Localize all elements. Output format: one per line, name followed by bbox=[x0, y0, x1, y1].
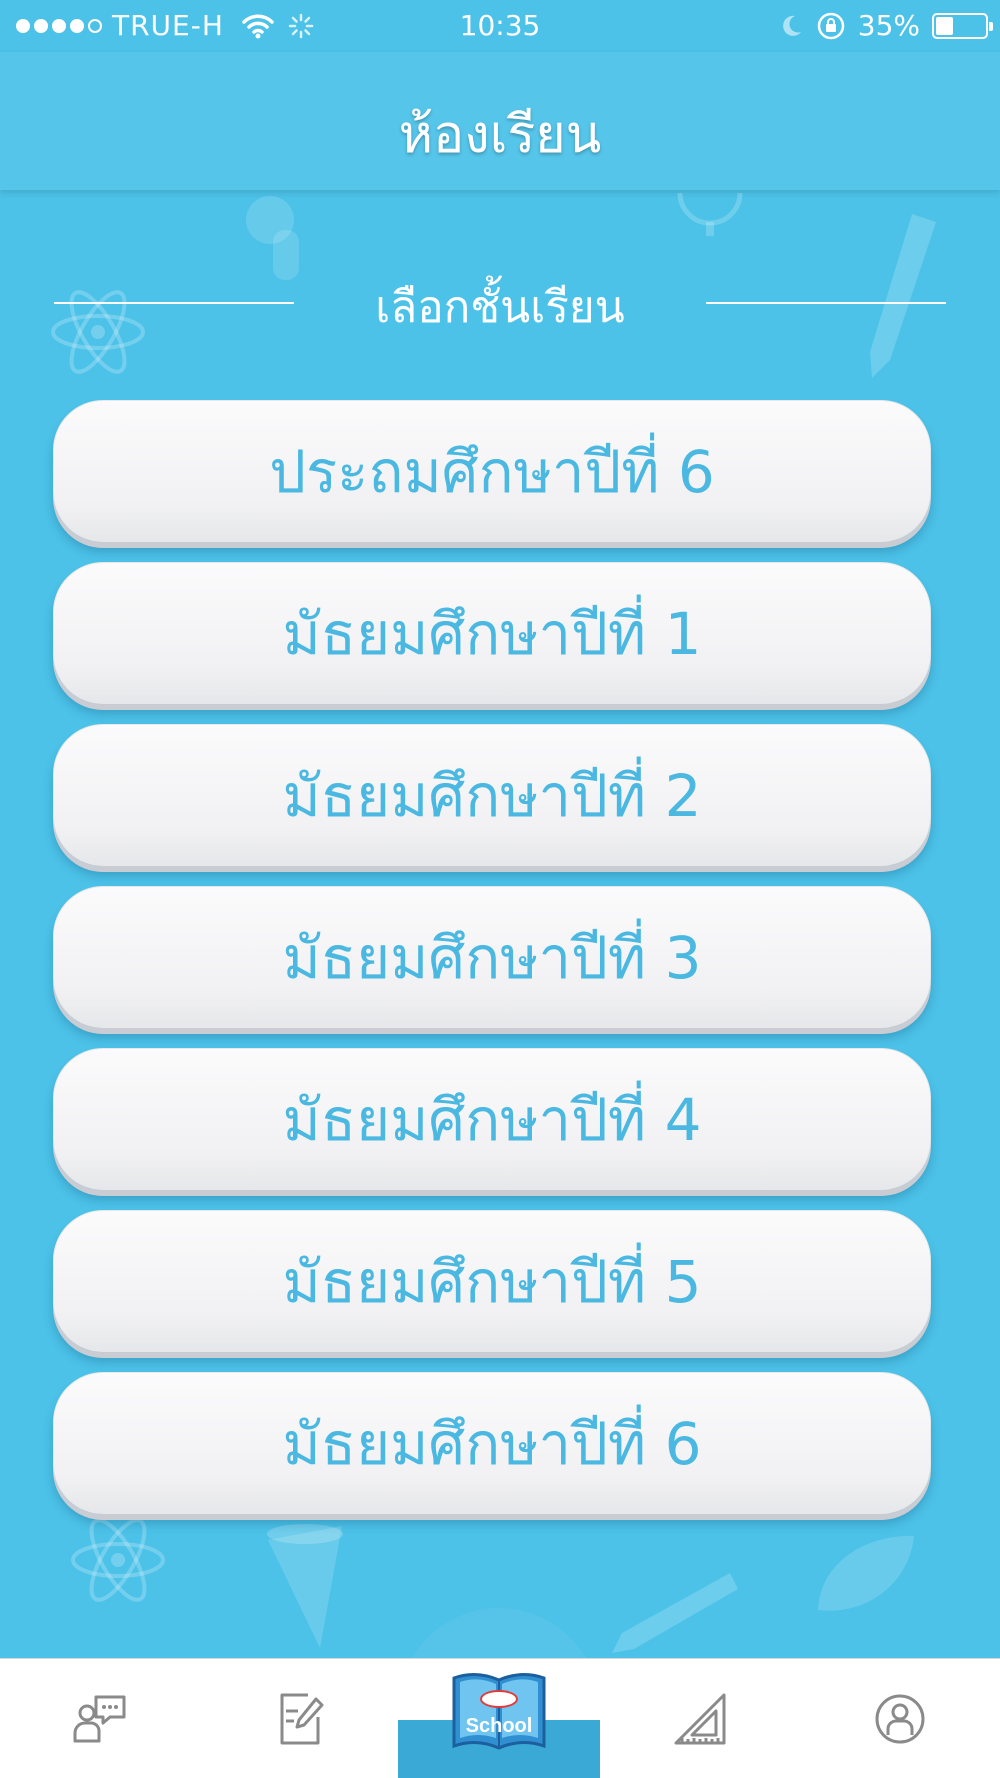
grade-button-secondary-2[interactable]: มัธยมศึกษาปีที่ 2 bbox=[53, 724, 931, 866]
divider-right bbox=[706, 302, 946, 304]
grade-button-secondary-3[interactable]: มัธยมศึกษาปีที่ 3 bbox=[53, 886, 931, 1028]
school-logo-button[interactable]: School bbox=[450, 1668, 548, 1754]
page-title: ห้องเรียน bbox=[398, 105, 602, 165]
do-not-disturb-moon-icon bbox=[782, 15, 801, 36]
pencil-decoration-icon-bottom bbox=[612, 1573, 738, 1653]
teacher-chat-icon bbox=[73, 1695, 126, 1743]
status-right: 35% bbox=[780, 9, 993, 42]
status-bar: TRUE-H 10:35 35% bbox=[0, 0, 1000, 52]
grade-button-primary-6[interactable]: ประถมศึกษาปีที่ 6 bbox=[53, 400, 931, 542]
leaf-decoration-icon bbox=[818, 1535, 914, 1611]
grade-label: มัธยมศึกษาปีที่ 6 bbox=[282, 1409, 702, 1478]
section-heading: เลือกชั้นเรียน bbox=[0, 272, 1000, 333]
grade-label: มัธยมศึกษาปีที่ 5 bbox=[282, 1247, 702, 1316]
edit-document-icon bbox=[280, 1693, 324, 1745]
grade-label: มัธยมศึกษาปีที่ 2 bbox=[282, 761, 702, 830]
battery-icon bbox=[932, 12, 993, 39]
brand-oval-badge bbox=[480, 1690, 518, 1708]
school-book-logo bbox=[452, 1673, 546, 1750]
flask-decoration-icon bbox=[246, 196, 299, 280]
grade-button-secondary-5[interactable]: มัธยมศึกษาปีที่ 5 bbox=[53, 1210, 931, 1352]
grade-label: มัธยมศึกษาปีที่ 1 bbox=[282, 599, 702, 668]
battery-percent: 35% bbox=[857, 9, 920, 42]
grade-label: ประถมศึกษาปีที่ 6 bbox=[269, 437, 715, 506]
set-square-icon bbox=[674, 1693, 726, 1745]
grade-label: มัธยมศึกษาปีที่ 4 bbox=[282, 1085, 702, 1154]
globe-decoration-icon bbox=[677, 192, 743, 236]
school-logo-text: School bbox=[465, 1715, 533, 1737]
battery-level bbox=[936, 16, 953, 35]
tab-profile[interactable] bbox=[800, 1659, 1000, 1778]
grade-list: ประถมศึกษาปีที่ 6 มัธยมศึกษาปีที่ 1 มัธย… bbox=[53, 400, 931, 1534]
ice-cream-cone-decoration-icon bbox=[267, 1524, 343, 1648]
tab-chat[interactable] bbox=[0, 1659, 200, 1778]
grade-button-secondary-4[interactable]: มัธยมศึกษาปีที่ 4 bbox=[53, 1048, 931, 1190]
grade-button-secondary-1[interactable]: มัธยมศึกษาปีที่ 1 bbox=[53, 562, 931, 704]
grade-button-secondary-6[interactable]: มัธยมศึกษาปีที่ 6 bbox=[53, 1372, 931, 1514]
profile-icon bbox=[875, 1694, 925, 1744]
app-header: ห้องเรียน bbox=[0, 52, 1000, 190]
tab-tools[interactable] bbox=[600, 1659, 800, 1778]
section-title: เลือกชั้นเรียน bbox=[375, 282, 625, 333]
orientation-lock-icon bbox=[817, 12, 845, 39]
grade-label: มัธยมศึกษาปีที่ 3 bbox=[282, 923, 702, 992]
tab-assignments[interactable] bbox=[200, 1659, 400, 1778]
